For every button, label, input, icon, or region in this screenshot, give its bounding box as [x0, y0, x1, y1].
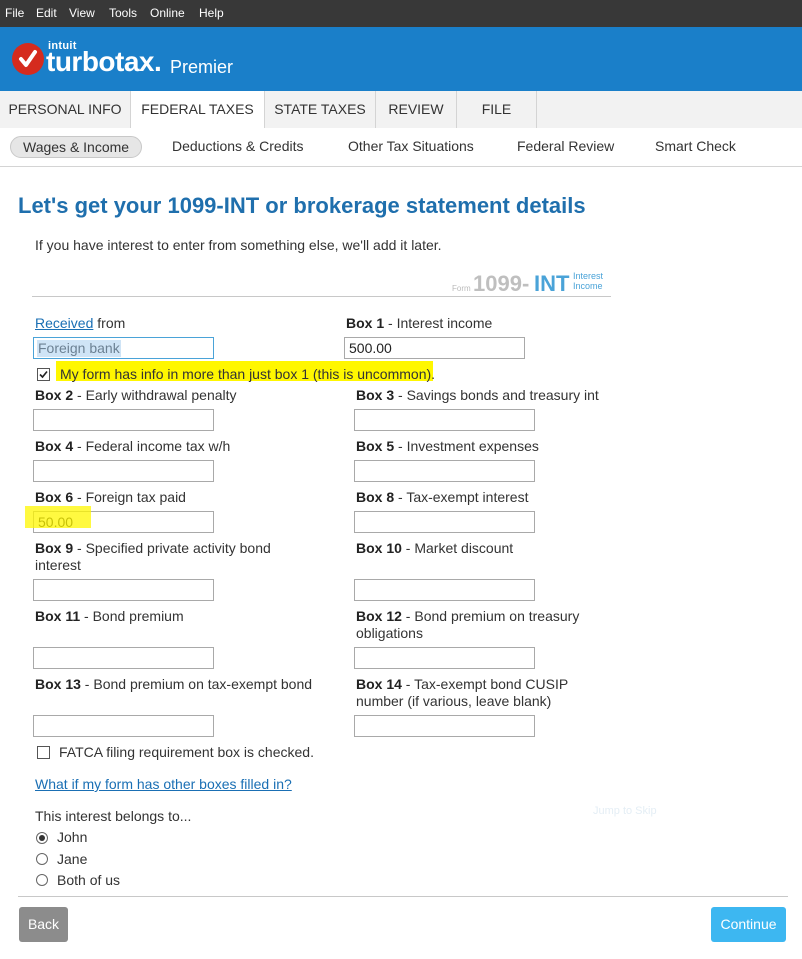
- box6-label: Box 6 - Foreign tax paid: [35, 489, 186, 505]
- box5-input[interactable]: [354, 460, 535, 482]
- box3-label: Box 3 - Savings bonds and treasury int: [356, 387, 599, 403]
- more-info-checkbox-label: My form has info in more than just box 1…: [60, 366, 436, 382]
- continue-button[interactable]: Continue: [711, 907, 786, 942]
- subtab-smart-check[interactable]: Smart Check: [655, 138, 736, 154]
- divider: [32, 296, 611, 297]
- menu-help[interactable]: Help: [199, 6, 224, 20]
- radio-both-label: Both of us: [57, 872, 121, 888]
- sub-tabs: Wages & Income Deductions & Credits Othe…: [0, 128, 802, 167]
- box1-input[interactable]: [344, 337, 525, 359]
- badge-interest-income: Interest Income: [573, 271, 604, 291]
- fatca-checkbox-label: FATCA filing requirement box is checked.: [59, 744, 314, 760]
- tab-federal-taxes[interactable]: FEDERAL TAXES: [131, 91, 265, 129]
- divider: [18, 896, 788, 897]
- box8-input[interactable]: [354, 511, 535, 533]
- box11-label: Box 11 - Bond premium: [35, 608, 184, 624]
- box1-label: Box 1 - Interest income: [346, 315, 493, 331]
- fatca-checkbox[interactable]: [37, 746, 50, 759]
- radio-jane[interactable]: [36, 853, 48, 865]
- menu-tools[interactable]: Tools: [109, 6, 137, 20]
- back-button[interactable]: Back: [19, 907, 68, 942]
- tab-review[interactable]: REVIEW: [376, 91, 457, 128]
- edition-label: Premier: [170, 57, 234, 77]
- radio-john[interactable]: [36, 832, 48, 844]
- radio-both[interactable]: [36, 874, 48, 886]
- received-from-input[interactable]: [33, 337, 214, 359]
- menu-edit[interactable]: Edit: [36, 6, 57, 20]
- main-tabs: PERSONAL INFO FEDERAL TAXES STATE TAXES …: [0, 91, 802, 129]
- page-title: Let's get your 1099-INT or brokerage sta…: [18, 193, 586, 218]
- box10-label: Box 10 - Market discount: [356, 540, 514, 556]
- turbotax-check-logo-icon: [12, 43, 44, 75]
- other-boxes-help: What if my form has other boxes filled i…: [35, 776, 292, 793]
- box13-label: Box 13 - Bond premium on tax-exempt bond: [35, 676, 313, 692]
- menu-online[interactable]: Online: [150, 6, 185, 20]
- badge-form-label: Form: [452, 284, 471, 293]
- box2-label: Box 2 - Early withdrawal penalty: [35, 387, 237, 403]
- tab-state-taxes[interactable]: STATE TAXES: [265, 91, 376, 128]
- page-subtitle: If you have interest to enter from somet…: [35, 237, 442, 253]
- box13-input[interactable]: [33, 715, 214, 737]
- app-header: intuit turbotax. Premier: [0, 27, 802, 91]
- box3-input[interactable]: [354, 409, 535, 431]
- received-from-label: Received from: [35, 315, 126, 331]
- more-info-checkbox[interactable]: [37, 368, 50, 381]
- radio-john-label: John: [57, 829, 88, 845]
- turbotax-wordmark: turbotax.: [46, 46, 162, 77]
- tab-personal-info[interactable]: PERSONAL INFO: [0, 91, 131, 128]
- faint-overlay-text: Jump to Skip: [593, 805, 657, 817]
- box9-input[interactable]: [33, 579, 214, 601]
- box9-label: Box 9 - Specified private activity bond …: [35, 540, 271, 573]
- other-boxes-link[interactable]: What if my form has other boxes filled i…: [35, 776, 292, 792]
- tab-file[interactable]: FILE: [457, 91, 537, 128]
- box11-input[interactable]: [33, 647, 214, 669]
- box4-label: Box 4 - Federal income tax w/h: [35, 438, 231, 454]
- subtab-other-tax-situations[interactable]: Other Tax Situations: [348, 138, 474, 154]
- belongs-to-question: This interest belongs to...: [35, 808, 192, 824]
- subtab-federal-review[interactable]: Federal Review: [517, 138, 614, 154]
- box6-input[interactable]: [33, 511, 214, 533]
- box2-input[interactable]: [33, 409, 214, 431]
- badge-int-label: INT: [534, 271, 570, 296]
- badge-form-number: 1099-: [473, 271, 530, 296]
- box10-input[interactable]: [354, 579, 535, 601]
- subtab-wages-income[interactable]: Wages & Income: [10, 136, 143, 158]
- radio-jane-label: Jane: [57, 851, 88, 867]
- box12-label: Box 12 - Bond premium on treasury obliga…: [356, 608, 580, 641]
- received-link[interactable]: Received: [35, 315, 93, 331]
- menu-bar: File Edit View Tools Online Help: [0, 0, 802, 27]
- box5-label: Box 5 - Investment expenses: [356, 438, 539, 454]
- box8-label: Box 8 - Tax-exempt interest: [356, 489, 529, 505]
- box14-label: Box 14 - Tax-exempt bond CUSIP number (i…: [356, 676, 568, 709]
- box12-input[interactable]: [354, 647, 535, 669]
- menu-file[interactable]: File: [5, 6, 24, 20]
- box14-input[interactable]: [354, 715, 535, 737]
- menu-view[interactable]: View: [69, 6, 95, 20]
- box4-input[interactable]: [33, 460, 214, 482]
- subtab-deductions-credits[interactable]: Deductions & Credits: [172, 138, 304, 154]
